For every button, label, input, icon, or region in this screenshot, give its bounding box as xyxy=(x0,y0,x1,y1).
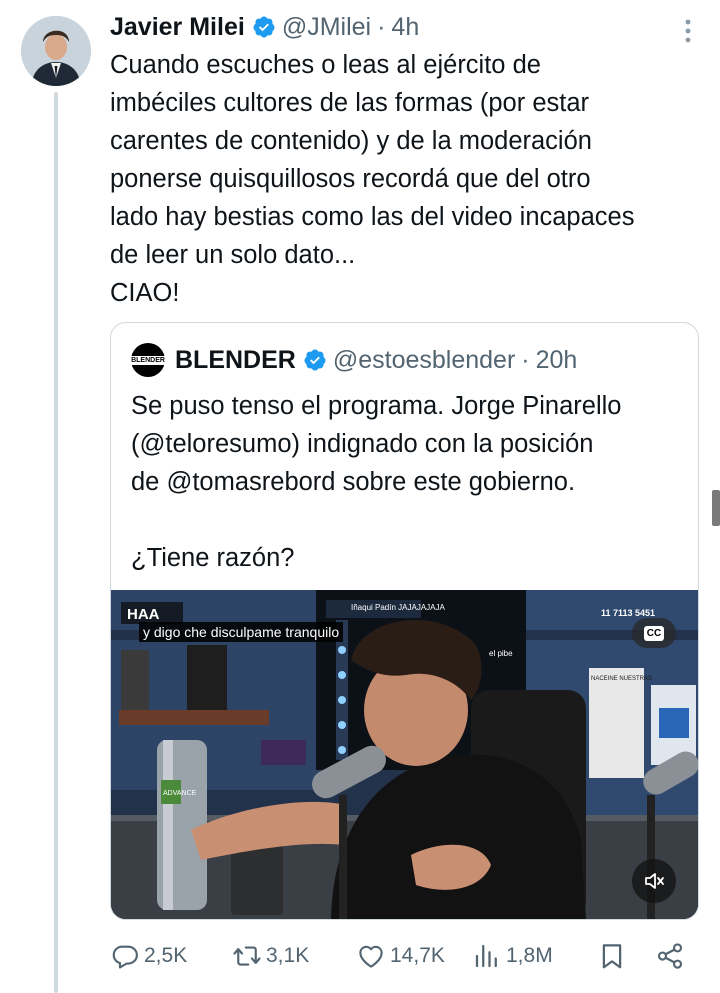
video-overlay-text: Iñaqui Padín JAJAJAJAJA xyxy=(351,603,445,612)
video-overlay-text: el pibe xyxy=(489,649,513,658)
closed-captions-button[interactable]: CC xyxy=(632,618,676,648)
tweet-text: Cuando escuches o leas al ejército de im… xyxy=(110,46,710,312)
quoted-tweet-timestamp[interactable]: 20h xyxy=(536,346,578,375)
video-overlay-text: 11 7113 5451 xyxy=(601,608,655,618)
cc-icon: CC xyxy=(643,625,665,641)
tweet-text-line: de leer un solo dato... xyxy=(110,241,356,269)
tweet-actions: 2,5K 3,1K 14,7K 1,8M xyxy=(110,936,700,976)
share-button[interactable] xyxy=(655,941,689,971)
quoted-header-separator: · xyxy=(521,345,530,374)
verified-badge-icon xyxy=(253,16,275,38)
like-count: 14,7K xyxy=(390,944,445,967)
like-button[interactable]: 14,7K xyxy=(356,941,445,971)
speaker-muted-icon xyxy=(645,873,664,889)
tweet-text-line: Cuando escuches o leas al ejército de xyxy=(110,51,541,79)
author-avatar[interactable] xyxy=(21,16,91,86)
header-separator: · xyxy=(377,12,386,41)
quoted-tweet-header: BLENDER BLENDER @estoesblender · 20h xyxy=(129,343,578,377)
quoted-text-line: ¿Tiene razón? xyxy=(131,544,295,572)
more-options-icon[interactable] xyxy=(682,18,694,44)
video-overlay-text: HAA xyxy=(127,606,160,623)
views-button[interactable]: 1,8M xyxy=(472,941,553,971)
quoted-text-line: Se puso tenso el programa. Jorge Pinarel… xyxy=(131,392,622,420)
thread-line xyxy=(54,92,58,993)
verified-badge-icon xyxy=(304,349,326,371)
quoted-author-name[interactable]: BLENDER xyxy=(175,346,296,375)
reply-icon xyxy=(112,945,138,969)
quoted-tweet[interactable]: BLENDER BLENDER @estoesblender · 20h Se … xyxy=(110,322,699,920)
retweet-icon xyxy=(233,946,261,966)
video-overlay-text: NACEINE NUESTRAS xyxy=(591,676,652,682)
tweet-header: Javier Milei @JMilei · 4h xyxy=(110,10,419,44)
tweet-text-line: imbéciles cultores de las formas (por es… xyxy=(110,89,590,117)
author-name[interactable]: Javier Milei xyxy=(110,13,245,42)
mute-button[interactable] xyxy=(632,859,676,903)
quoted-author-handle[interactable]: @estoesblender xyxy=(333,346,515,375)
author-handle[interactable]: @JMilei xyxy=(282,13,371,42)
heart-icon xyxy=(359,945,383,968)
reply-button[interactable]: 2,5K xyxy=(110,941,187,971)
quoted-text-line: de @tomasrebord sobre este gobierno. xyxy=(131,468,576,496)
retweet-count: 3,1K xyxy=(266,944,310,967)
reply-count: 2,5K xyxy=(144,944,188,967)
quoted-text-line xyxy=(131,501,686,539)
bookmark-button[interactable] xyxy=(597,941,631,971)
video-player[interactable]: HAA Iñaqui Padín JAJAJAJAJA 11 7113 5451… xyxy=(111,590,698,919)
video-subtitle: y digo che disculpame tranquilo xyxy=(139,622,344,642)
video-overlay-text: ADVANCE xyxy=(163,790,197,797)
bookmark-icon xyxy=(602,944,622,969)
quoted-author-avatar[interactable]: BLENDER xyxy=(129,343,167,377)
quoted-avatar-text: BLENDER xyxy=(129,355,167,365)
tweet-text-line: carentes de contenido) y de la moderació… xyxy=(110,127,592,155)
tweet-text-line: ponerse quisquillosos recordá que del ot… xyxy=(110,165,591,193)
quoted-text-line: (@teloresumo) indignado con la posición xyxy=(131,430,594,458)
share-icon xyxy=(657,943,683,969)
tweet-text-line: lado hay bestias como las del video inca… xyxy=(110,203,635,231)
tweet-text-line: CIAO! xyxy=(110,279,180,307)
retweet-button[interactable]: 3,1K xyxy=(232,941,309,971)
quoted-tweet-text: Se puso tenso el programa. Jorge Pinarel… xyxy=(131,387,686,577)
views-chart-icon xyxy=(475,944,497,968)
tweet-timestamp[interactable]: 4h xyxy=(391,13,419,42)
scrollbar-thumb[interactable] xyxy=(712,490,720,526)
views-count: 1,8M xyxy=(506,944,553,967)
